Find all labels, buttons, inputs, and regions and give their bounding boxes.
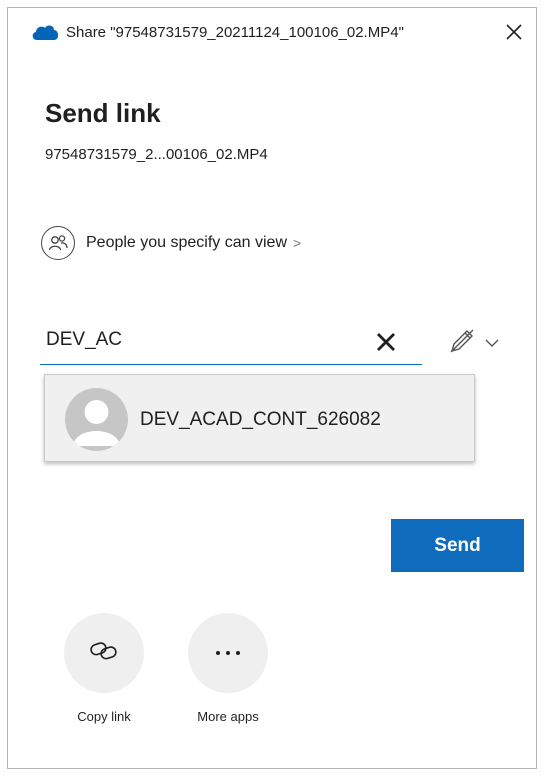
page-title: Send link (45, 98, 161, 128)
chevron-right-icon: > (293, 235, 302, 251)
window-title: Share "97548731579_20211124_100106_02.MP… (66, 24, 404, 41)
close-icon[interactable] (502, 20, 526, 44)
more-apps-button[interactable]: More apps (188, 613, 268, 724)
link-settings-button[interactable] (448, 327, 500, 360)
copy-link-button[interactable]: Copy link (64, 613, 144, 724)
people-icon (41, 226, 75, 260)
clear-icon[interactable] (374, 330, 398, 354)
suggestion-item[interactable]: DEV_ACAD_CONT_626082 (44, 374, 475, 462)
chevron-down-icon (484, 335, 500, 353)
avatar (65, 388, 128, 451)
copy-link-label: Copy link (77, 709, 131, 724)
more-apps-circle (188, 613, 268, 693)
recipient-input[interactable] (44, 328, 348, 352)
copy-link-circle (64, 613, 144, 693)
pen-icon (448, 327, 476, 360)
file-name: 97548731579_2...00106_02.MP4 (45, 146, 268, 163)
share-dialog: Share "97548731579_20211124_100106_02.MP… (7, 7, 537, 769)
link-icon (89, 640, 119, 667)
title-bar: Share "97548731579_20211124_100106_02.MP… (8, 8, 536, 58)
recipient-field (40, 320, 422, 365)
more-icon (213, 644, 243, 662)
onedrive-cloud-icon (30, 22, 60, 47)
send-button[interactable]: Send (391, 519, 524, 572)
suggestion-name: DEV_ACAD_CONT_626082 (140, 409, 381, 430)
link-permission-button[interactable]: People you specify can view > (41, 226, 301, 260)
more-apps-label: More apps (197, 709, 259, 724)
permission-label: People you specify can view (86, 234, 287, 251)
